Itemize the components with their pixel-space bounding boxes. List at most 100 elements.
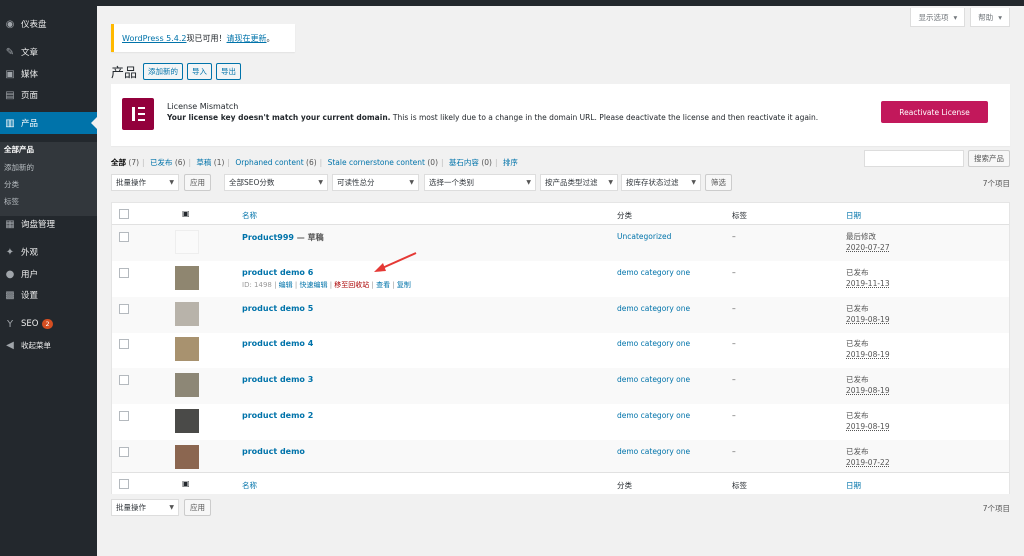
product-name[interactable]: product demo 4	[242, 339, 313, 348]
update-now-link[interactable]: 请现在更新	[227, 33, 267, 44]
apply-button[interactable]: 应用	[184, 174, 211, 191]
search-products-button[interactable]: 搜索产品	[968, 150, 1010, 167]
export-button[interactable]: 导出	[216, 63, 242, 80]
filter-button[interactable]: 筛选	[705, 174, 732, 191]
readability-select[interactable]: 可读性总分 ▼	[332, 174, 419, 191]
menu-inquiries[interactable]: ▦ 询盘管理	[0, 213, 97, 235]
menu-settings[interactable]: ▩ 设置	[0, 284, 97, 306]
column-date[interactable]: 日期	[846, 480, 861, 491]
import-button[interactable]: 导入	[187, 63, 213, 80]
row-checkbox[interactable]	[119, 339, 129, 350]
product-name[interactable]: product demo 5	[242, 304, 313, 313]
view-link[interactable]: 查看	[376, 281, 390, 289]
caret-down-icon: ▾	[953, 12, 958, 22]
help-button[interactable]: 帮助 ▾	[970, 8, 1010, 27]
category-link[interactable]: demo category one	[617, 304, 690, 313]
submenu-all-products[interactable]: 全部产品	[4, 144, 34, 155]
submenu-tags[interactable]: 标签	[4, 196, 19, 207]
quick-edit-link[interactable]: 快速编辑	[299, 281, 327, 289]
edit-link[interactable]: 编辑	[279, 281, 293, 289]
product-name-link[interactable]: product demo 6	[242, 268, 313, 277]
reactivate-license-button[interactable]: Reactivate License	[881, 101, 988, 123]
category-link[interactable]: demo category one	[617, 339, 690, 348]
category-link[interactable]: demo category one	[617, 375, 690, 384]
view-drafts[interactable]: 草稿	[196, 158, 211, 167]
post-date: 2019-08-19	[846, 422, 890, 431]
menu-collapse[interactable]: ◀ 收起菜单	[0, 334, 97, 356]
search-input[interactable]	[864, 150, 964, 167]
view-filters: 全部 (7) | 已发布 (6) | 草稿 (1) | Orphaned conten…	[111, 158, 518, 167]
product-name-link[interactable]: product demo 4	[242, 339, 313, 348]
submenu-add-new[interactable]: 添加新的	[4, 162, 34, 173]
menu-users[interactable]: ● 用户	[0, 263, 97, 285]
post-status: 已发布	[846, 303, 869, 313]
view-orphaned[interactable]: Orphaned content	[235, 158, 303, 167]
chevron-down-icon: ▼	[526, 179, 531, 186]
caret-down-icon: ▾	[998, 12, 1002, 22]
row-checkbox[interactable]	[119, 411, 129, 421]
category-link[interactable]: demo category one	[617, 447, 690, 456]
view-sorting[interactable]: 排序	[503, 158, 518, 167]
category-link[interactable]: demo category one	[617, 411, 690, 420]
view-cornerstone[interactable]: 基石内容	[449, 158, 479, 167]
row-checkbox[interactable]	[119, 232, 129, 242]
column-date[interactable]: 日期	[846, 210, 861, 221]
product-thumbnail[interactable]	[175, 301, 199, 326]
select-all-checkbox[interactable]	[119, 209, 129, 219]
category-link[interactable]: demo category one	[617, 268, 690, 277]
menu-seo[interactable]: Y SEO 2	[0, 313, 97, 335]
product-thumbnail[interactable]	[175, 373, 199, 398]
product-thumbnail-placeholder[interactable]	[175, 230, 199, 254]
view-all[interactable]: 全部	[111, 158, 126, 167]
product-name[interactable]: product demo	[242, 447, 305, 456]
product-name[interactable]: product demo 3	[242, 375, 313, 384]
menu-appearance[interactable]: ✦ 外观	[0, 241, 97, 263]
select-all-checkbox[interactable]	[119, 479, 129, 489]
stock-status-select[interactable]: 按库存状态过滤 ▼	[621, 174, 701, 191]
wordpress-version-link[interactable]: WordPress 5.4.2	[122, 34, 187, 43]
product-thumbnail[interactable]	[175, 444, 199, 469]
move-to-trash-link[interactable]: 移至回收站	[334, 281, 369, 289]
bulk-actions-select[interactable]: 批量操作 ▼	[111, 174, 179, 191]
row-checkbox[interactable]	[119, 267, 129, 278]
license-message-bold: Your license key doesn't match your curr…	[167, 113, 391, 122]
row-checkbox[interactable]	[119, 446, 129, 457]
row-checkbox[interactable]	[119, 303, 129, 314]
chevron-down-icon: ▼	[169, 504, 174, 511]
product-thumbnail[interactable]	[175, 337, 199, 362]
items-count: 7个项目	[982, 179, 1010, 188]
menu-label: 文章	[21, 48, 39, 58]
product-name[interactable]: product demo 2	[242, 411, 313, 420]
product-thumbnail[interactable]	[175, 265, 199, 290]
submenu-categories[interactable]: 分类	[4, 179, 19, 190]
view-count: (7)	[128, 158, 140, 167]
product-thumbnail[interactable]	[175, 409, 199, 433]
bulk-actions-select[interactable]: 批量操作 ▼	[111, 499, 179, 516]
apply-button[interactable]: 应用	[184, 499, 211, 516]
add-new-button[interactable]: 添加新的	[143, 63, 184, 80]
product-name[interactable]: product demo 6	[242, 268, 313, 277]
main-content: 显示选项 ▾ 帮助 ▾ WordPress 5.4.2 现已可用！ 请现在更新。 产品 …	[97, 6, 1024, 556]
menu-pages[interactable]: ▤ 页面	[0, 84, 97, 106]
product-name-link[interactable]: Product999 — 草稿	[242, 232, 324, 243]
product-name-link[interactable]: product demo 5	[242, 304, 313, 313]
column-name[interactable]: 名称	[242, 480, 257, 491]
product-name-link[interactable]: product demo 3	[242, 375, 313, 384]
view-published[interactable]: 已发布	[150, 158, 173, 167]
menu-posts[interactable]: ✎ 文章	[0, 41, 97, 63]
menu-products[interactable]: ▥ 产品	[0, 112, 97, 134]
product-name-link[interactable]: product demo	[242, 447, 305, 456]
menu-media[interactable]: ▣ 媒体	[0, 63, 97, 85]
view-stale-cornerstone[interactable]: Stale cornerstone content	[328, 158, 425, 167]
product-name[interactable]: Product999	[242, 233, 294, 242]
product-name-link[interactable]: product demo 2	[242, 411, 313, 420]
screen-options-button[interactable]: 显示选项 ▾	[910, 8, 966, 27]
row-checkbox[interactable]	[119, 375, 129, 386]
product-type-select[interactable]: 按产品类型过滤 ▼	[540, 174, 618, 191]
column-name[interactable]: 名称	[242, 210, 257, 221]
duplicate-link[interactable]: 复制	[397, 281, 411, 289]
seo-score-select[interactable]: 全部SEO分数 ▼	[224, 174, 328, 191]
menu-dashboard[interactable]: ◉ 仪表盘	[0, 13, 97, 35]
category-link[interactable]: Uncategorized	[617, 232, 671, 241]
category-select[interactable]: 选择一个类别 ▼	[424, 174, 536, 191]
